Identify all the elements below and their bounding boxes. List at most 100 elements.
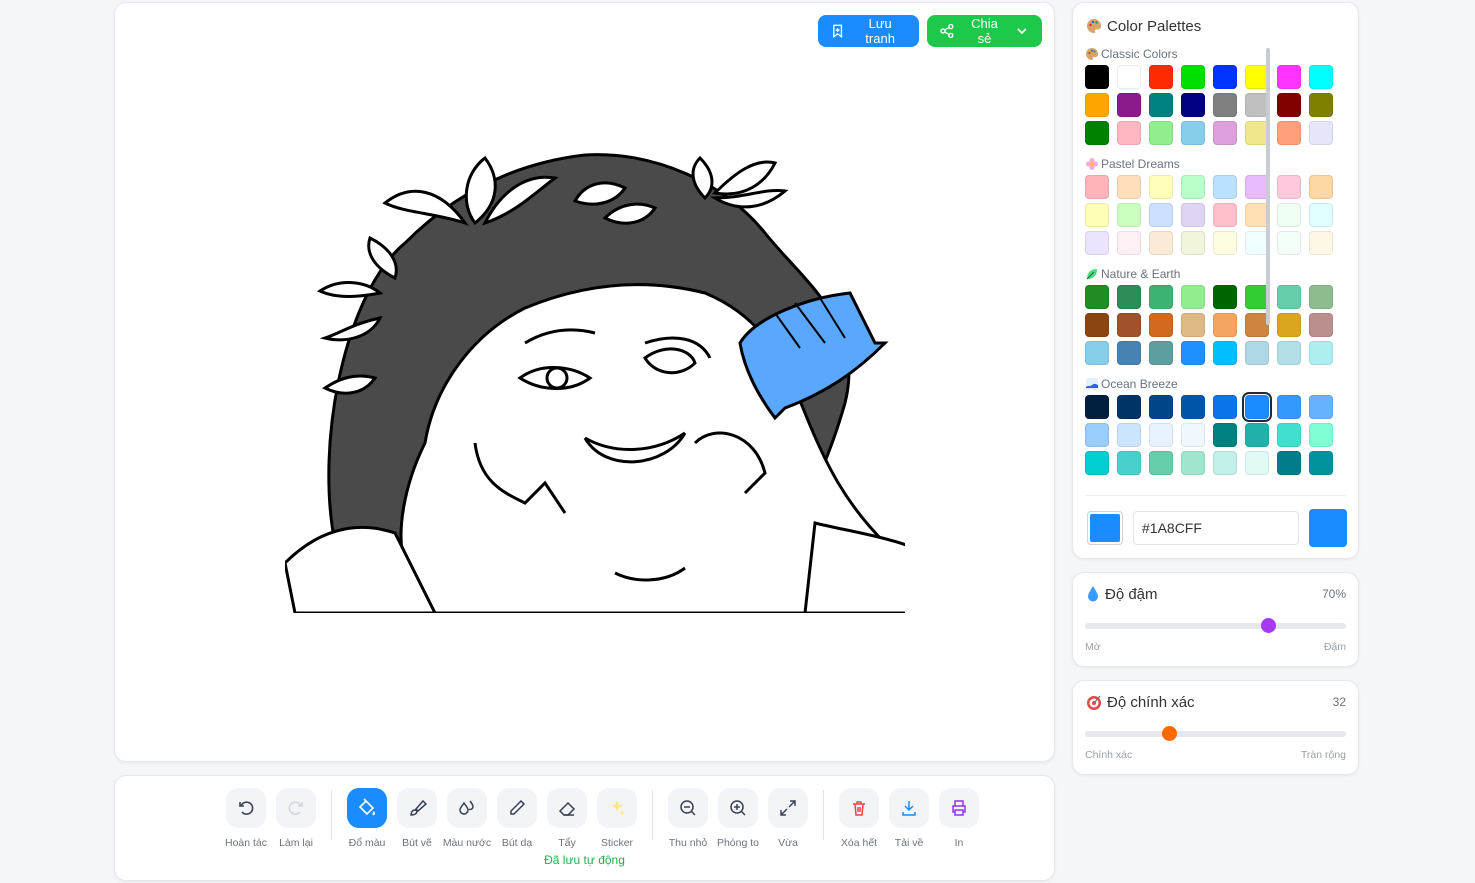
palette-scrollbar[interactable] xyxy=(1266,48,1270,325)
color-swatch[interactable] xyxy=(1309,423,1333,447)
color-swatch[interactable] xyxy=(1277,285,1301,309)
color-swatch[interactable] xyxy=(1117,121,1141,145)
color-swatch[interactable] xyxy=(1117,93,1141,117)
color-swatch[interactable] xyxy=(1149,65,1173,89)
share-button[interactable]: Chia sẻ xyxy=(927,15,1042,47)
color-swatch[interactable] xyxy=(1085,285,1109,309)
color-swatch[interactable] xyxy=(1309,231,1333,255)
chevron-down-icon[interactable] xyxy=(1014,23,1030,39)
tool-download[interactable]: Tải về xyxy=(884,788,934,849)
coloring-artwork[interactable] xyxy=(285,143,905,613)
opacity-slider[interactable] xyxy=(1085,618,1346,633)
color-swatch[interactable] xyxy=(1213,175,1237,199)
color-swatch[interactable] xyxy=(1181,231,1205,255)
color-swatch[interactable] xyxy=(1149,285,1173,309)
color-swatch[interactable] xyxy=(1213,231,1237,255)
tool-print[interactable]: In xyxy=(934,788,984,849)
color-swatch[interactable] xyxy=(1213,313,1237,337)
color-swatch[interactable] xyxy=(1181,341,1205,365)
tool-redo[interactable]: Làm lại xyxy=(271,788,321,849)
color-swatch[interactable] xyxy=(1181,175,1205,199)
color-swatch[interactable] xyxy=(1181,395,1205,419)
color-swatch[interactable] xyxy=(1117,175,1141,199)
color-swatch[interactable] xyxy=(1181,93,1205,117)
color-swatch[interactable] xyxy=(1309,93,1333,117)
color-swatch[interactable] xyxy=(1117,451,1141,475)
tool-fit[interactable]: Vừa xyxy=(763,788,813,849)
color-swatch[interactable] xyxy=(1149,203,1173,227)
color-swatch[interactable] xyxy=(1277,341,1301,365)
color-swatch[interactable] xyxy=(1085,451,1109,475)
tool-pencil[interactable]: Bút dạ xyxy=(492,788,542,849)
color-swatch[interactable] xyxy=(1117,313,1141,337)
color-swatch[interactable] xyxy=(1245,451,1269,475)
color-swatch[interactable] xyxy=(1085,423,1109,447)
color-swatch[interactable] xyxy=(1085,203,1109,227)
color-swatch[interactable] xyxy=(1149,313,1173,337)
palette-list[interactable]: Classic Colors Pastel Dreams Nature & Eart… xyxy=(1085,43,1345,485)
color-swatch[interactable] xyxy=(1117,231,1141,255)
color-swatch[interactable] xyxy=(1213,203,1237,227)
color-swatch[interactable] xyxy=(1309,313,1333,337)
color-swatch[interactable] xyxy=(1149,231,1173,255)
color-swatch[interactable] xyxy=(1181,313,1205,337)
color-swatch[interactable] xyxy=(1181,285,1205,309)
save-artwork-button[interactable]: Lưu tranh xyxy=(818,15,919,47)
color-swatch[interactable] xyxy=(1085,65,1109,89)
color-swatch[interactable] xyxy=(1277,65,1301,89)
color-swatch[interactable] xyxy=(1277,451,1301,475)
color-swatch[interactable] xyxy=(1277,231,1301,255)
color-swatch[interactable] xyxy=(1277,203,1301,227)
color-swatch[interactable] xyxy=(1309,285,1333,309)
opacity-slider-thumb[interactable] xyxy=(1260,618,1276,633)
color-swatch[interactable] xyxy=(1309,175,1333,199)
color-swatch[interactable] xyxy=(1277,175,1301,199)
color-swatch[interactable] xyxy=(1309,451,1333,475)
color-swatch[interactable] xyxy=(1181,451,1205,475)
color-swatch[interactable] xyxy=(1085,93,1109,117)
color-swatch[interactable] xyxy=(1277,313,1301,337)
color-swatch[interactable] xyxy=(1117,341,1141,365)
color-swatch[interactable] xyxy=(1213,285,1237,309)
color-swatch[interactable] xyxy=(1277,395,1301,419)
precision-slider-thumb[interactable] xyxy=(1161,726,1177,741)
color-swatch[interactable] xyxy=(1149,423,1173,447)
color-swatch[interactable] xyxy=(1213,341,1237,365)
color-swatch[interactable] xyxy=(1181,65,1205,89)
color-swatch[interactable] xyxy=(1309,203,1333,227)
color-swatch[interactable] xyxy=(1242,392,1272,422)
color-swatch[interactable] xyxy=(1181,203,1205,227)
tool-watercolor[interactable]: Màu nước xyxy=(442,788,492,849)
color-swatch[interactable] xyxy=(1213,65,1237,89)
color-swatch[interactable] xyxy=(1117,65,1141,89)
tool-zoom-out[interactable]: Thu nhỏ xyxy=(663,788,713,849)
color-swatch[interactable] xyxy=(1117,203,1141,227)
color-swatch[interactable] xyxy=(1149,341,1173,365)
tool-fill[interactable]: Đổ màu xyxy=(342,788,392,849)
color-swatch[interactable] xyxy=(1149,175,1173,199)
color-swatch[interactable] xyxy=(1117,423,1141,447)
color-swatch[interactable] xyxy=(1277,93,1301,117)
tool-undo[interactable]: Hoàn tác xyxy=(221,788,271,849)
tool-eraser[interactable]: Tẩy xyxy=(542,788,592,849)
color-swatch[interactable] xyxy=(1213,93,1237,117)
color-swatch[interactable] xyxy=(1149,93,1173,117)
tool-zoom-in[interactable]: Phóng to xyxy=(713,788,763,849)
color-swatch[interactable] xyxy=(1309,65,1333,89)
color-swatch[interactable] xyxy=(1245,423,1269,447)
color-swatch[interactable] xyxy=(1085,231,1109,255)
color-swatch[interactable] xyxy=(1149,121,1173,145)
color-swatch[interactable] xyxy=(1149,451,1173,475)
color-picker-button[interactable] xyxy=(1309,509,1347,547)
color-swatch[interactable] xyxy=(1085,341,1109,365)
color-swatch[interactable] xyxy=(1181,121,1205,145)
tool-clear[interactable]: Xóa hết xyxy=(834,788,884,849)
tool-brush[interactable]: Bút vẽ xyxy=(392,788,442,849)
color-swatch[interactable] xyxy=(1117,395,1141,419)
color-swatch[interactable] xyxy=(1245,341,1269,365)
current-color-swatch[interactable] xyxy=(1087,511,1123,545)
color-swatch[interactable] xyxy=(1085,121,1109,145)
color-swatch[interactable] xyxy=(1309,341,1333,365)
color-swatch[interactable] xyxy=(1213,395,1237,419)
color-swatch[interactable] xyxy=(1085,395,1109,419)
